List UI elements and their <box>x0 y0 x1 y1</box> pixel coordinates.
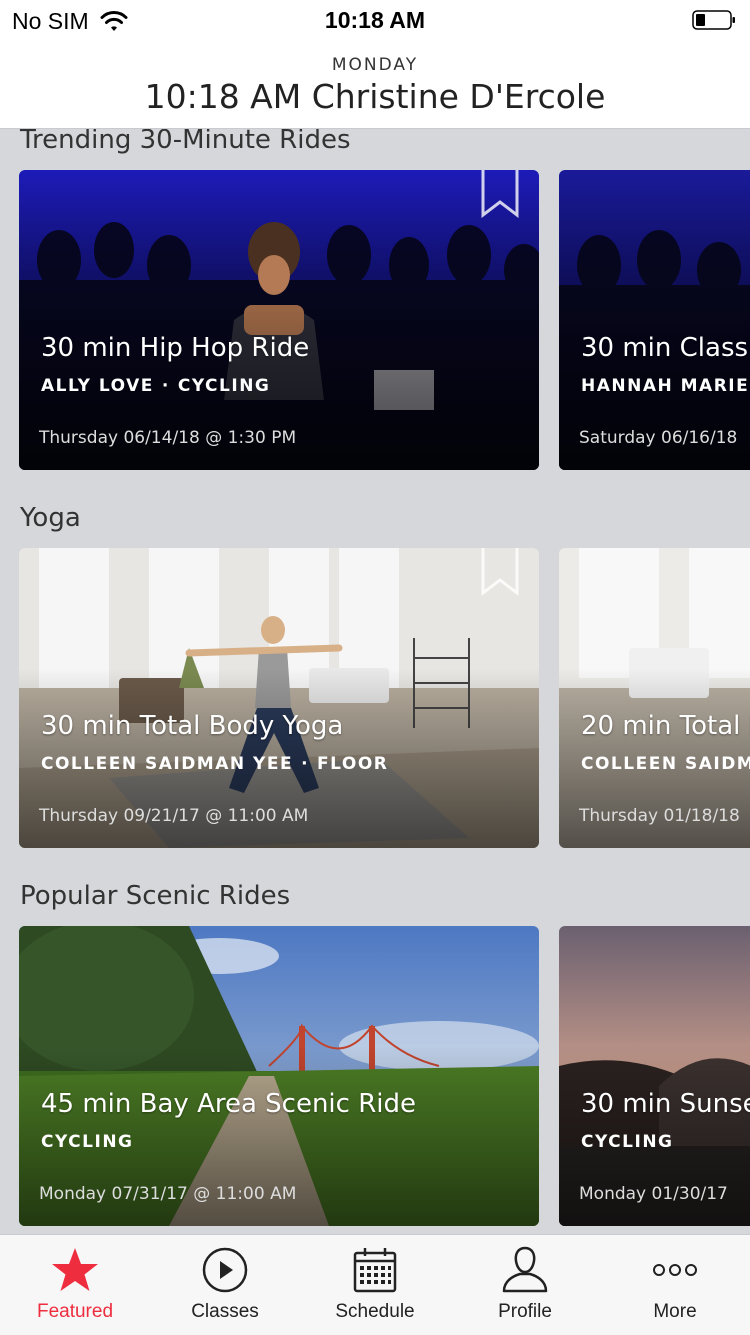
section-title: Popular Scenic Rides <box>20 881 291 911</box>
meta-separator: · <box>161 376 170 396</box>
bookmark-icon[interactable] <box>481 548 519 596</box>
class-title: 30 min Total Body Yoga <box>41 711 344 741</box>
class-meta: CYCLING <box>41 1132 134 1152</box>
tab-schedule[interactable]: Schedule <box>300 1235 450 1335</box>
instructor-name: ALLY LOVE <box>41 376 154 396</box>
tab-label: Featured <box>36 1301 114 1322</box>
section-title: Yoga <box>20 503 81 533</box>
class-date: Thursday 09/21/17 @ 11:00 AM <box>39 806 309 826</box>
class-title: 30 min Classi <box>581 333 750 363</box>
class-date: Monday 01/30/17 <box>579 1184 728 1204</box>
instructor-name: COLLEEN SAIDMA <box>581 754 750 774</box>
tab-label: Schedule <box>335 1301 415 1322</box>
class-meta: COLLEEN SAIDMAN YEE · FLOOR <box>41 754 388 774</box>
tab-label: Classes <box>191 1301 259 1322</box>
instructor-name: COLLEEN SAIDMAN YEE <box>41 754 294 774</box>
play-circle-icon <box>202 1247 248 1293</box>
battery-icon <box>692 10 735 30</box>
class-category: CYCLING <box>177 376 271 396</box>
class-date: Monday 07/31/17 @ 11:00 AM <box>39 1184 297 1204</box>
class-category: CYCLING <box>41 1132 134 1152</box>
instructor-name: HANNAH MARIE C <box>581 376 750 396</box>
class-meta: COLLEEN SAIDMA <box>581 754 750 774</box>
meta-separator: · <box>301 754 310 774</box>
class-category: CYCLING <box>581 1132 674 1152</box>
class-card[interactable]: 30 min Classi HANNAH MARIE C Saturday 06… <box>559 170 750 470</box>
class-date: Thursday 06/14/18 @ 1:30 PM <box>39 428 297 448</box>
class-meta: HANNAH MARIE C <box>581 376 750 396</box>
class-card[interactable]: 30 min Hip Hop Ride ALLY LOVE · CYCLING Th… <box>19 170 539 470</box>
class-card[interactable]: 30 min Sunse CYCLING Monday 01/30/17 <box>559 926 750 1226</box>
class-card[interactable]: 20 min Total E COLLEEN SAIDMA Thursday 0… <box>559 548 750 848</box>
tab-label: Profile <box>498 1301 552 1322</box>
page-header: MONDAY 10:18 AM Christine D'Ercole <box>0 40 750 129</box>
bookmark-icon[interactable] <box>481 170 519 218</box>
class-meta: CYCLING <box>581 1132 674 1152</box>
section-title: Trending 30-Minute Rides <box>20 129 351 155</box>
header-day: MONDAY <box>331 55 419 75</box>
class-title: 20 min Total E <box>581 711 750 741</box>
class-meta: ALLY LOVE · CYCLING <box>41 376 270 396</box>
tab-more[interactable]: More <box>600 1235 750 1335</box>
star-icon <box>52 1248 98 1291</box>
status-time: 10:18 AM <box>324 7 426 33</box>
class-category: FLOOR <box>317 754 389 774</box>
class-title: 30 min Sunse <box>581 1089 750 1119</box>
calendar-icon <box>353 1248 397 1293</box>
tab-classes[interactable]: Classes <box>150 1235 300 1335</box>
class-card[interactable]: 30 min Total Body Yoga COLLEEN SAIDMAN Y… <box>19 548 539 848</box>
more-dots-icon <box>653 1264 697 1276</box>
page-title: 10:18 AM Christine D'Ercole <box>144 77 606 116</box>
person-icon <box>502 1246 548 1293</box>
class-card[interactable]: 45 min Bay Area Scenic Ride CYCLING Mond… <box>19 926 539 1226</box>
class-title: 30 min Hip Hop Ride <box>41 333 310 363</box>
status-bar: No SIM 10:18 AM <box>0 0 750 40</box>
tab-featured[interactable]: Featured <box>0 1235 150 1335</box>
tab-label: More <box>653 1301 697 1322</box>
tab-bar: Featured Classes Schedule Profile More <box>0 1234 750 1335</box>
class-title: 45 min Bay Area Scenic Ride <box>41 1089 417 1119</box>
tab-profile[interactable]: Profile <box>450 1235 600 1335</box>
class-date: Thursday 01/18/18 <box>579 806 740 826</box>
class-date: Saturday 06/16/18 <box>579 428 738 448</box>
featured-content[interactable]: Trending 30-Minute Rides 30 min Hip Hop … <box>0 129 750 1234</box>
